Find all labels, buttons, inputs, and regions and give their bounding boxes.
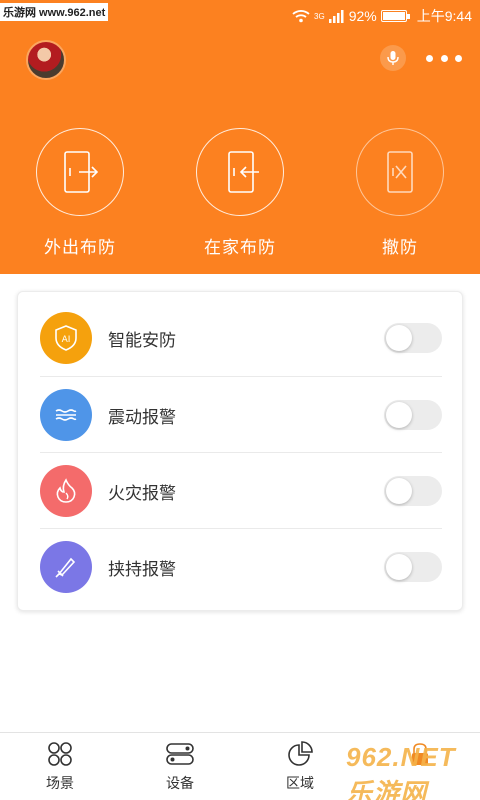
fire-icon <box>40 465 92 517</box>
avatar[interactable] <box>26 40 66 80</box>
wifi-icon <box>292 10 310 23</box>
battery-percent-text: 92% <box>348 8 377 24</box>
header: 乐游网 www.962.net 3G 92% 上午9:44 外出布防 在家布防 … <box>0 0 480 274</box>
nav-label: 设备 <box>166 775 194 791</box>
nav-label: 区域 <box>286 775 314 791</box>
alarm-row-vibration: 震动报警 <box>40 377 442 453</box>
switches-icon <box>166 743 194 765</box>
disarm-label: 撤防 <box>382 238 418 257</box>
microphone-icon <box>387 51 399 65</box>
home-arm-button[interactable] <box>196 128 284 216</box>
pie-chart-icon <box>288 741 313 766</box>
duress-alarm-toggle[interactable] <box>384 552 442 582</box>
clover-icon <box>48 742 72 766</box>
home-arm-mode[interactable]: 在家布防 <box>180 128 300 258</box>
alarm-row-smart-security: AI 智能安防 <box>40 300 442 376</box>
away-arm-mode[interactable]: 外出布防 <box>20 128 140 258</box>
disarm-button[interactable] <box>356 128 444 216</box>
door-exit-icon <box>64 151 99 193</box>
vibration-alarm-toggle[interactable] <box>384 400 442 430</box>
signal-icon <box>328 10 344 23</box>
away-arm-label: 外出布防 <box>44 238 116 257</box>
alarm-label: 火灾报警 <box>108 483 176 503</box>
status-bar: 乐游网 www.962.net 3G 92% 上午9:44 <box>0 0 480 30</box>
svg-text:AI: AI <box>62 335 71 345</box>
alarm-label: 智能安防 <box>108 330 176 350</box>
clock-text: 上午9:44 <box>416 8 472 24</box>
alarm-row-duress: 挟持报警 <box>40 529 442 605</box>
more-dot-icon <box>455 54 462 62</box>
smart-security-toggle[interactable] <box>384 323 442 353</box>
alarm-label: 挟持报警 <box>108 559 176 579</box>
brand-watermark: 962.NET 乐游网 <box>346 742 456 800</box>
network-type-text: 3G <box>314 11 325 21</box>
watermark-text: 乐游网 www.962.net <box>0 3 109 21</box>
more-dot-icon <box>426 54 433 62</box>
alarm-label: 震动报警 <box>108 407 176 427</box>
ai-shield-icon: AI <box>40 312 92 364</box>
door-disarm-icon <box>387 151 413 193</box>
knife-icon <box>40 541 92 593</box>
alarm-settings-card: AI 智能安防 震动报警 火灾报警 挟持报警 <box>17 291 463 611</box>
vibration-icon <box>40 389 92 441</box>
nav-scenes[interactable]: 场景 <box>0 733 120 800</box>
battery-icon <box>380 10 410 22</box>
away-arm-button[interactable] <box>36 128 124 216</box>
voice-button[interactable] <box>380 45 406 71</box>
nav-label: 场景 <box>46 775 74 791</box>
nav-areas[interactable]: 区域 <box>240 733 360 800</box>
disarm-mode[interactable]: 撤防 <box>340 128 460 258</box>
nav-devices[interactable]: 设备 <box>120 733 240 800</box>
home-arm-label: 在家布防 <box>204 238 276 257</box>
more-dot-icon <box>440 54 448 62</box>
more-button[interactable] <box>426 50 462 66</box>
status-icons: 3G 92% 上午9:44 <box>292 6 472 26</box>
alarm-row-fire: 火灾报警 <box>40 453 442 529</box>
door-enter-icon <box>228 151 259 193</box>
fire-alarm-toggle[interactable] <box>384 476 442 506</box>
